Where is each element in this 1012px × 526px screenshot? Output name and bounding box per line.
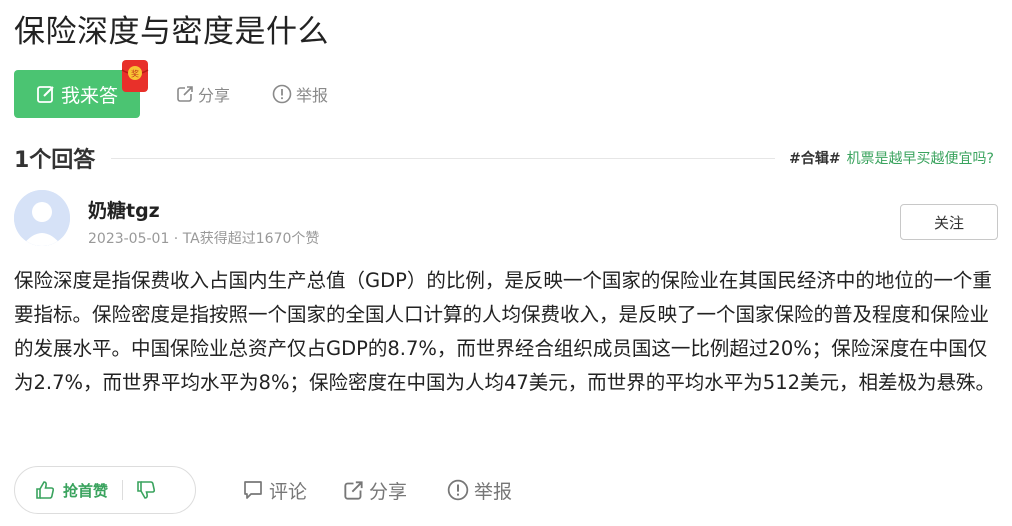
share-button[interactable]: 分享 [176,82,230,106]
footer-report-button[interactable]: 举报 [447,477,512,504]
share-icon [344,480,363,500]
thumbs-down-icon [137,481,156,499]
comment-label: 评论 [269,480,308,503]
edit-icon [37,86,54,103]
follow-button[interactable]: 关注 [900,204,998,240]
answer-button-label: 我来答 [60,84,118,107]
comment-button[interactable]: 评论 [242,477,307,504]
footer-share-button[interactable]: 分享 [343,477,407,504]
topic-tag: #合辑# [789,151,841,167]
answer-button[interactable]: 我来答 奖 [14,60,149,118]
thumbs-up-icon [36,481,55,499]
redpacket-badge: 奖 [131,69,139,79]
upvote-button[interactable]: 抢首赞 [15,467,108,513]
author-avatar[interactable] [14,190,70,246]
answer-footer: 抢首赞 评论 分享 举报 [14,466,512,514]
report-icon [272,84,292,104]
footer-share-label: 分享 [369,480,408,503]
share-label: 分享 [198,86,231,105]
footer-report-label: 举报 [474,480,513,503]
question-action-row: 我来答 奖 分享 举报 [14,60,328,118]
header-divider [111,157,776,159]
upvote-label: 抢首赞 [63,481,109,500]
report-label: 举报 [296,86,329,105]
answers-header: 1个回答 #合辑# 机票是越早买越便宜吗? [14,142,994,174]
topic-link[interactable]: 机票是越早买越便宜吗? [847,148,994,168]
vote-box: 抢首赞 [14,466,196,514]
report-button[interactable]: 举报 [272,82,328,106]
comment-icon [244,481,262,499]
question-title: 保险深度与密度是什么 [14,14,329,50]
report-icon [447,479,469,501]
answer-content: 保险深度是指保费收入占国内生产总值（GDP）的比例，是反映一个国家的保险业在其国… [14,269,996,394]
author-name[interactable]: 奶糖tgz [88,196,160,223]
downvote-button[interactable] [123,467,169,513]
author-meta: 2023-05-01 · TA获得超过1670个赞 [88,231,320,247]
answers-count: 1个回答 [14,148,96,173]
share-icon [177,86,193,102]
redpacket-icon[interactable]: 奖 [120,58,150,94]
avatar-icon [14,190,70,246]
